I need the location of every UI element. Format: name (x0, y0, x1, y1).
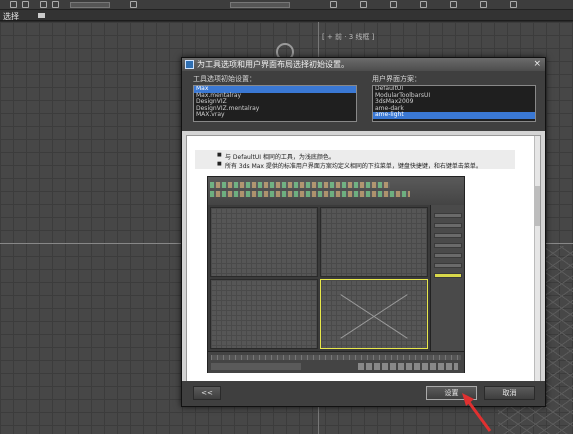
back-button[interactable]: << (193, 386, 221, 400)
description-panel: 与 DefaultUI 相同的工具，为浅底颜色。 所有 3ds Max 提供的标… (186, 135, 541, 385)
material-editor-icon[interactable] (420, 1, 427, 8)
description-bullet: 所有 3ds Max 提供的标准用户界面方案均定义相同的下拉菜单，键盘快捷键，和… (217, 161, 482, 170)
preview-status-bar (211, 363, 301, 370)
rotate-icon[interactable] (52, 1, 59, 8)
preview-panel-button (434, 213, 462, 218)
preview-panel-button (434, 273, 462, 278)
tools-option-item[interactable]: MAX.vray (194, 111, 356, 119)
selection-mode-icon[interactable] (38, 13, 45, 18)
snap-icon[interactable] (130, 1, 137, 8)
settings-panel: 工具选项初始设置： Max Max.mentalray DesignVIZ Desig… (182, 71, 545, 131)
close-icon[interactable]: × (533, 59, 541, 69)
tools-options-list[interactable]: Max Max.mentalray DesignVIZ DesignVIZ.menta… (193, 85, 357, 122)
menu-bar: 选择 (0, 10, 573, 21)
scrollbar-thumb[interactable] (534, 186, 540, 226)
preview-panel-button (434, 223, 462, 228)
preview-status-area (208, 351, 464, 373)
preview-ribbon (210, 182, 390, 188)
preview-panel-button (434, 263, 462, 268)
move-icon[interactable] (40, 1, 47, 8)
preview-toolbar (208, 177, 464, 205)
main-toolbar (0, 0, 573, 10)
render-setup-icon[interactable] (450, 1, 457, 8)
tools-options-caption: 工具选项初始设置： (193, 75, 256, 83)
select-menu[interactable]: 选择 (3, 11, 19, 22)
description-text: 与 DefaultUI 相同的工具，为浅底颜色。 所有 3ds Max 提供的标… (195, 150, 515, 170)
ui-preview-image (207, 176, 465, 373)
viewport-label[interactable]: [ + 前 · 3 线框 ] (322, 32, 374, 42)
description-bullet: 与 DefaultUI 相同的工具，为浅底颜色。 (217, 152, 335, 161)
ui-scheme-list[interactable]: DefaultUI ModularToolbarsUI 3dsMax2009 ame-… (372, 85, 536, 122)
select-icon[interactable] (22, 1, 29, 8)
red-arrow-annotation (462, 393, 492, 432)
preview-ribbon (210, 191, 410, 197)
preview-viewport-left (210, 279, 318, 349)
initial-settings-dialog: 为工具选项和用户界面布局选择初始设置。 × 工具选项初始设置： Max Max.m… (181, 57, 546, 407)
selection-filter-field[interactable] (70, 2, 110, 8)
align-icon[interactable] (360, 1, 367, 8)
preview-panel-button (434, 233, 462, 238)
mirror-icon[interactable] (330, 1, 337, 8)
preview-viewport-top (210, 207, 318, 277)
preview-plane-shape (340, 294, 408, 339)
description-scrollbar[interactable] (534, 136, 540, 384)
dialog-title-bar[interactable]: 为工具选项和用户界面布局选择初始设置。 × (182, 58, 545, 71)
ui-scheme-caption: 用户界面方案： (372, 75, 421, 83)
dialog-title: 为工具选项和用户界面布局选择初始设置。 (197, 60, 349, 69)
layer-icon[interactable] (390, 1, 397, 8)
preview-viewport-perspective (320, 279, 428, 349)
preview-timeline (211, 355, 461, 360)
render-icon[interactable] (480, 1, 487, 8)
named-selection-field[interactable] (230, 2, 290, 8)
ui-scheme-item[interactable]: ame-light (373, 111, 535, 119)
app-icon (185, 60, 194, 69)
preview-command-panel (430, 205, 464, 351)
undo-icon[interactable] (10, 1, 17, 8)
preview-viewport-front (320, 207, 428, 277)
render-frame-icon[interactable] (510, 1, 517, 8)
preview-panel-button (434, 253, 462, 258)
preview-playback-controls (358, 363, 458, 370)
preview-panel-button (434, 243, 462, 248)
